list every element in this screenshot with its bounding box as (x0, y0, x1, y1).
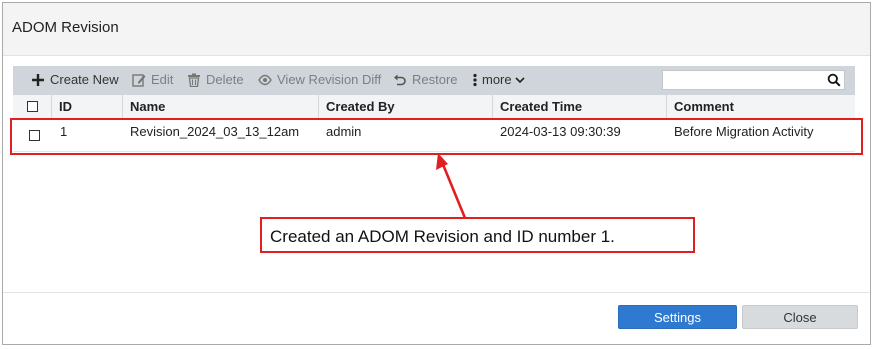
close-button[interactable]: Close (742, 305, 858, 329)
column-header-created-by[interactable]: Created By (319, 95, 493, 118)
toolbar: Create New Edit Delete View Revision Dif… (13, 66, 855, 95)
select-all-cell (13, 95, 52, 118)
annotation-callout: Created an ADOM Revision and ID number 1… (260, 217, 695, 253)
view-revision-diff-button[interactable]: View Revision Diff (258, 72, 381, 87)
delete-button[interactable]: Delete (187, 72, 244, 87)
restore-button[interactable]: Restore (393, 72, 458, 87)
column-header-name[interactable]: Name (123, 95, 319, 118)
annotation-text: Created an ADOM Revision and ID number 1… (270, 227, 615, 246)
plus-icon (31, 73, 45, 87)
vertical-dots-icon (471, 73, 479, 87)
edit-icon (132, 73, 146, 87)
view-revision-diff-label: View Revision Diff (277, 72, 382, 87)
create-new-button[interactable]: Create New (31, 72, 119, 87)
restore-label: Restore (412, 72, 458, 87)
settings-button[interactable]: Settings (618, 305, 737, 329)
footer-divider (3, 292, 870, 293)
eye-icon (258, 73, 272, 87)
table-header: ID Name Created By Created Time Comment (13, 95, 855, 119)
search-icon[interactable] (827, 73, 841, 87)
more-menu-button[interactable]: more (471, 72, 525, 87)
create-new-label: Create New (50, 72, 119, 87)
edit-button[interactable]: Edit (132, 72, 173, 87)
delete-label: Delete (206, 72, 244, 87)
more-label: more (482, 72, 512, 87)
chevron-down-icon (515, 73, 525, 87)
trash-icon (187, 73, 201, 87)
undo-icon (393, 73, 407, 87)
dialog-header: ADOM Revision (3, 3, 870, 56)
search-input[interactable] (665, 72, 829, 88)
select-all-checkbox[interactable] (27, 101, 38, 112)
annotation-arrow (436, 153, 467, 219)
column-header-created-time[interactable]: Created Time (493, 95, 667, 118)
edit-label: Edit (151, 72, 174, 87)
column-header-id[interactable]: ID (52, 95, 123, 118)
dialog-title: ADOM Revision (12, 19, 119, 36)
column-header-comment[interactable]: Comment (667, 95, 855, 118)
search-box (662, 70, 845, 90)
